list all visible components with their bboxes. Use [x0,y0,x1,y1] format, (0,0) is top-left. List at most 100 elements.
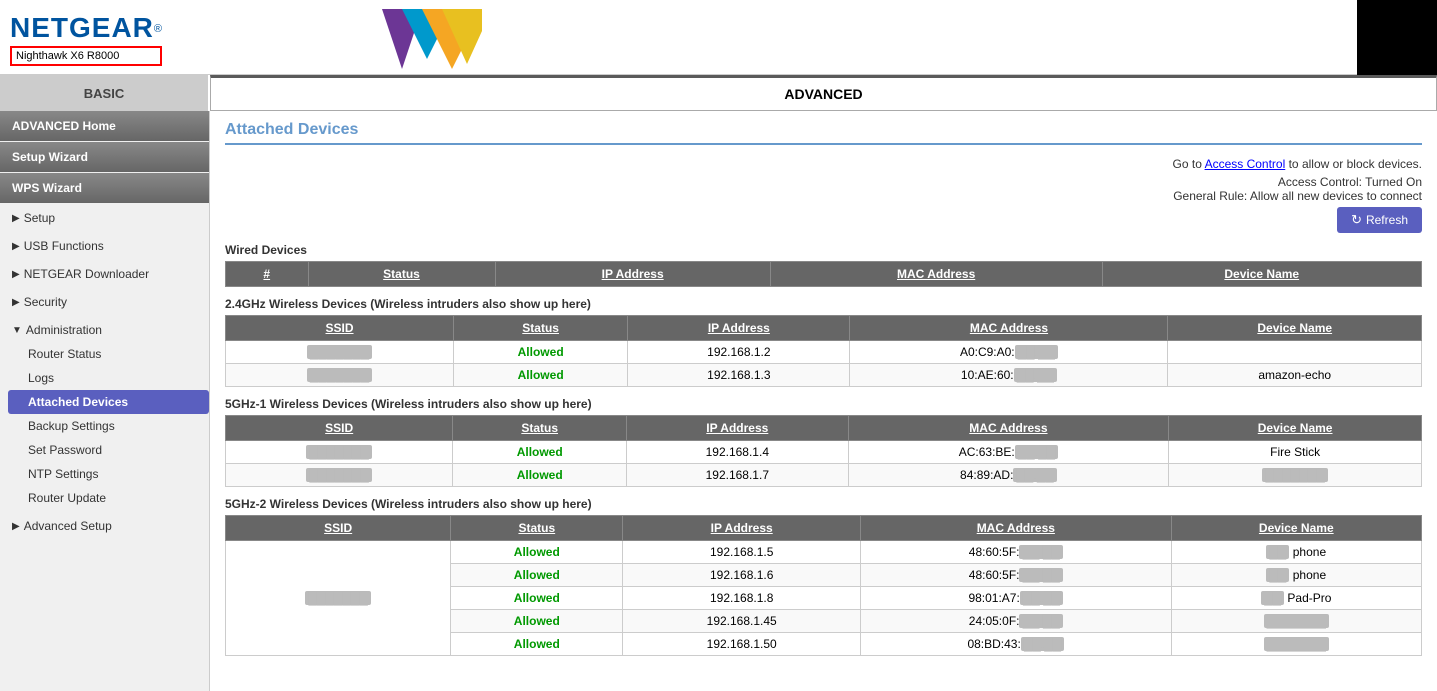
sidebar-section-advanced-setup: ▶ Advanced Setup [0,512,209,540]
sidebar-item-router-status[interactable]: Router Status [8,342,209,366]
band5g1-col-ip: IP Address [627,416,849,441]
ip-cell: 192.168.1.2 [628,341,850,364]
sidebar-item-backup-settings[interactable]: Backup Settings [8,414,209,438]
wired-col-mac: MAC Address [770,262,1102,287]
access-link-text: Go to Access Control to allow or block d… [1173,157,1422,171]
band24-col-mac: MAC Address [850,316,1168,341]
ip-cell: 192.168.1.5 [623,541,861,564]
band5g2-col-ssid: SSID [226,516,451,541]
band5g1-col-mac: MAC Address [848,416,1169,441]
ip-cell: 192.168.1.8 [623,587,861,610]
sidebar-item-security[interactable]: ▶ Security [0,290,209,314]
mac-cell: 48:60:5F:██:██ [861,564,1171,587]
table-row: ███████ Allowed 192.168.1.4 AC:63:BE:██:… [226,441,1422,464]
access-link-prefix: Go to [1173,157,1205,171]
wired-col-mac-link[interactable]: MAC Address [897,267,975,281]
mac-cell: 48:60:5F:██:██ [861,541,1171,564]
band5g2-ssid-link[interactable]: SSID [324,521,352,535]
band5g2-col-ip: IP Address [623,516,861,541]
logo-graphic [322,9,482,69]
tab-basic[interactable]: BASIC [0,75,210,111]
access-control-link[interactable]: Access Control [1205,157,1286,171]
access-status: Access Control: Turned On [1173,175,1422,189]
band5g2-name-link[interactable]: Device Name [1259,521,1334,535]
sidebar-btn-wps-wizard[interactable]: WPS Wizard [0,173,209,203]
arrow-icon-usb: ▶ [12,241,20,252]
wired-col-status-link[interactable]: Status [383,267,420,281]
band24-ip-link[interactable]: IP Address [708,321,770,335]
status-cell: Allowed [453,441,627,464]
tabs: BASIC ADVANCED [0,75,1437,111]
band24-ssid-link[interactable]: SSID [326,321,354,335]
page-header: NETGEAR® Nighthawk X6 R8000 [0,0,1437,75]
name-cell: ██ phone [1171,541,1421,564]
band5g2-status-link[interactable]: Status [518,521,555,535]
ip-cell: 192.168.1.50 [623,633,861,656]
sidebar-btn-setup-wizard[interactable]: Setup Wizard [0,142,209,172]
band5g1-ip-link[interactable]: IP Address [706,421,768,435]
access-link-suffix: to allow or block devices. [1285,157,1422,171]
name-cell: ███████ [1171,610,1421,633]
wired-col-num: # [226,262,309,287]
band24-status-link[interactable]: Status [522,321,559,335]
ip-cell: 192.168.1.3 [628,364,850,387]
tab-advanced[interactable]: ADVANCED [210,75,1437,111]
mac-cell: AC:63:BE:██:██ [848,441,1169,464]
wired-col-num-link[interactable]: # [263,267,270,281]
router-model: Nighthawk X6 R8000 [10,46,162,66]
arrow-icon: ▶ [12,213,20,224]
wired-col-ip: IP Address [495,262,770,287]
sidebar-item-logs[interactable]: Logs [8,366,209,390]
mac-cell: 84:89:AD:██:██ [848,464,1169,487]
wired-col-ip-link[interactable]: IP Address [602,267,664,281]
band24-table: SSID Status IP Address MAC Address Devic… [225,315,1422,387]
band5g2-mac-link[interactable]: MAC Address [977,521,1055,535]
sidebar-item-set-password[interactable]: Set Password [8,438,209,462]
ssid-cell: ███████ [226,464,453,487]
band5g1-ssid-link[interactable]: SSID [325,421,353,435]
band5g2-ip-link[interactable]: IP Address [711,521,773,535]
sidebar-item-ntp-settings[interactable]: NTP Settings [8,462,209,486]
sidebar: ADVANCED Home Setup Wizard WPS Wizard ▶ … [0,111,210,691]
mac-cell: 10:AE:60:██:██ [850,364,1168,387]
wired-col-status: Status [308,262,495,287]
sidebar-item-router-update[interactable]: Router Update [8,486,209,510]
sidebar-item-setup[interactable]: ▶ Setup [0,206,209,230]
band5g2-col-status: Status [451,516,623,541]
sidebar-item-admin[interactable]: ▼ Administration [0,318,209,342]
sidebar-label-usb: USB Functions [24,239,104,253]
band5g2-col-mac: MAC Address [861,516,1171,541]
access-status-info: Access Control: Turned On General Rule: … [1173,175,1422,203]
band24-name-link[interactable]: Device Name [1257,321,1332,335]
band5g1-name-link[interactable]: Device Name [1258,421,1333,435]
name-cell [1168,341,1422,364]
band5g1-mac-link[interactable]: MAC Address [969,421,1047,435]
page-title: Attached Devices [225,121,1422,145]
band24-mac-link[interactable]: MAC Address [970,321,1048,335]
sidebar-item-usb[interactable]: ▶ USB Functions [0,234,209,258]
name-cell: amazon-echo [1168,364,1422,387]
wired-col-name-link[interactable]: Device Name [1224,267,1299,281]
sidebar-item-downloader[interactable]: ▶ NETGEAR Downloader [0,262,209,286]
refresh-label: Refresh [1366,213,1408,227]
status-cell: Allowed [451,633,623,656]
main-content: Attached Devices Go to Access Control to… [210,111,1437,691]
sidebar-section-usb: ▶ USB Functions [0,232,209,260]
status-cell: Allowed [451,564,623,587]
band5g1-status-link[interactable]: Status [521,421,558,435]
sidebar-item-attached-devices[interactable]: Attached Devices [8,390,209,414]
sidebar-item-advanced-setup[interactable]: ▶ Advanced Setup [0,514,209,538]
ssid-cell: ███████ [226,364,454,387]
arrow-icon-adv: ▶ [12,521,20,532]
refresh-button[interactable]: ↻ Refresh [1337,207,1422,233]
band5g1-table: SSID Status IP Address MAC Address Devic… [225,415,1422,487]
band24-col-status: Status [454,316,628,341]
sidebar-section-security: ▶ Security [0,288,209,316]
sidebar-label-admin: Administration [26,323,102,337]
sidebar-label-sec: Security [24,295,67,309]
sidebar-section-downloader: ▶ NETGEAR Downloader [0,260,209,288]
sidebar-btn-advanced-home[interactable]: ADVANCED Home [0,111,209,141]
access-control-bar: Go to Access Control to allow or block d… [225,157,1422,233]
band5g1-col-ssid: SSID [226,416,453,441]
admin-submenu: Router Status Logs Attached Devices Back… [0,342,209,510]
